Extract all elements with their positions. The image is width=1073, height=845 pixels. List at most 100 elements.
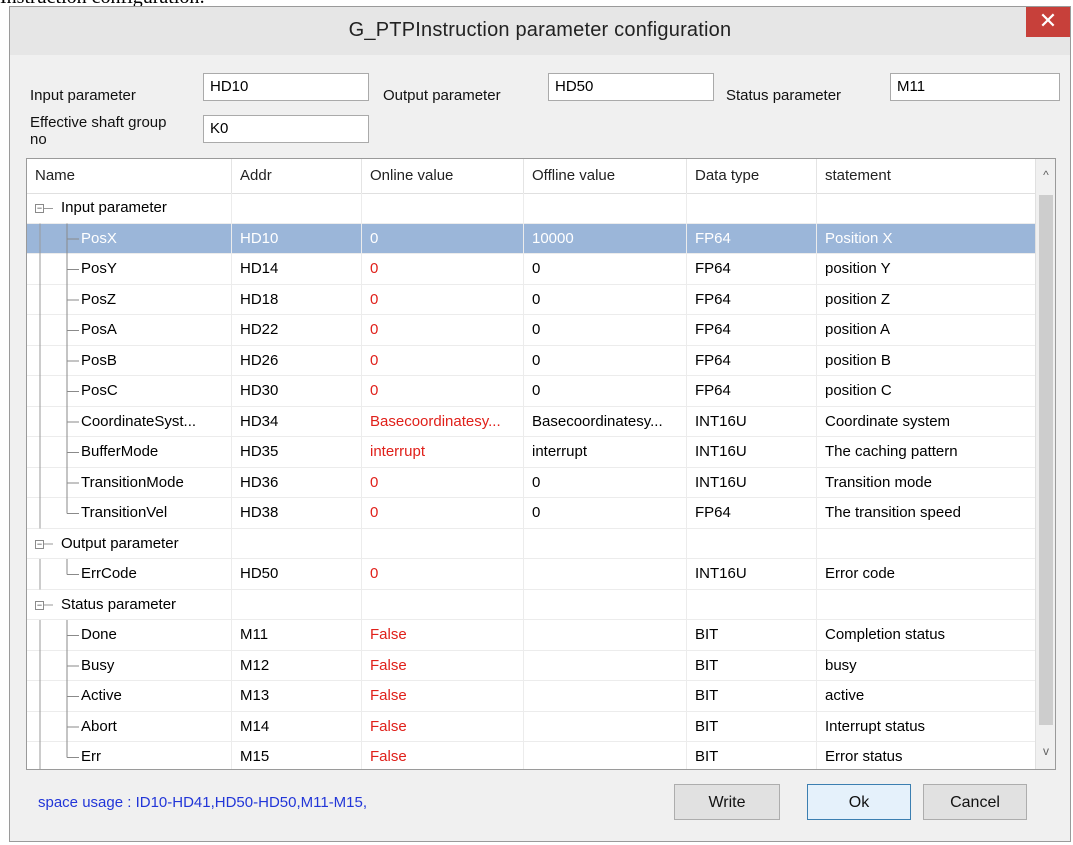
effective-shaft-field[interactable]: K0 (203, 115, 369, 143)
cell-online: 0 (362, 284, 524, 315)
cell-offline[interactable] (524, 559, 687, 589)
cell-dtype: BIT (687, 742, 817, 769)
cell-addr: HD35 (232, 437, 362, 467)
cell-offline[interactable]: 0 (524, 284, 687, 315)
effective-shaft-label: Effective shaft group no (30, 114, 167, 148)
cell-dtype: FP64 (687, 315, 817, 345)
parameter-row[interactable]: TransitionVel HD38 0 0 FP64 The transition sp… (27, 498, 1037, 529)
col-online-header[interactable]: Online value (362, 159, 524, 193)
parameter-row[interactable]: BufferMode HD35 interrupt interrupt INT16U Th… (27, 437, 1037, 468)
cell-offline[interactable]: 0 (524, 467, 687, 498)
cell-online: 0 (362, 223, 524, 254)
col-name-header[interactable]: Name (27, 159, 232, 193)
cell-online: 0 (362, 345, 524, 376)
parameter-row[interactable]: PosZ HD18 0 0 FP64 position Z (27, 284, 1037, 315)
parameter-row[interactable]: PosA HD22 0 0 FP64 position A (27, 315, 1037, 346)
cell-addr: M11 (232, 620, 362, 650)
close-icon: ✕ (1038, 8, 1058, 33)
parameter-row[interactable]: PosY HD14 0 0 FP64 position Y (27, 254, 1037, 285)
col-statement-header[interactable]: statement (817, 159, 1037, 193)
cell-offline[interactable] (524, 650, 687, 681)
cell-offline[interactable]: 0 (524, 498, 687, 528)
cell-addr: HD22 (232, 315, 362, 345)
scroll-thumb[interactable] (1039, 195, 1053, 725)
cell-offline[interactable] (524, 742, 687, 769)
output-parameter-label: Output parameter (383, 87, 501, 104)
vertical-scrollbar[interactable]: ^ v (1035, 159, 1055, 769)
cell-offline[interactable]: 10000 (524, 223, 687, 254)
cell-offline[interactable]: interrupt (524, 437, 687, 467)
cell-offline[interactable] (524, 711, 687, 742)
empty-cell (362, 193, 524, 223)
group-row[interactable]: − Input parameter (27, 193, 1037, 224)
cell-statement: Transition mode (817, 467, 1037, 498)
cell-name: PosB (71, 345, 232, 376)
close-button[interactable]: ✕ (1026, 7, 1070, 37)
cell-statement: position B (817, 345, 1037, 376)
cell-dtype: BIT (687, 620, 817, 650)
cell-name: TransitionVel (71, 498, 232, 528)
parameter-row[interactable]: CoordinateSyst... HD34 Basecoordinatesy...… (27, 406, 1037, 437)
col-offline-header[interactable]: Offline value (524, 159, 687, 193)
cell-dtype: FP64 (687, 498, 817, 528)
cell-dtype: INT16U (687, 406, 817, 437)
cell-statement: Interrupt status (817, 711, 1037, 742)
empty-cell (817, 528, 1037, 559)
parameter-row[interactable]: ErrCode HD50 0 INT16U Error code (27, 559, 1037, 590)
cell-offline[interactable]: 0 (524, 254, 687, 284)
parameter-row[interactable]: Done M11 False BIT Completion status (27, 620, 1037, 651)
parameter-row[interactable]: TransitionMode HD36 0 0 INT16U Transition mod… (27, 467, 1037, 498)
cell-statement: Completion status (817, 620, 1037, 650)
parameter-row[interactable]: Abort M14 False BIT Interrupt status (27, 711, 1037, 742)
output-parameter-field[interactable]: HD50 (548, 73, 714, 101)
grid-header: Name Addr Online value Offline value Dat… (27, 159, 1037, 194)
parameter-row[interactable]: Active M13 False BIT active (27, 681, 1037, 712)
cell-statement: position C (817, 376, 1037, 406)
parameter-row[interactable]: Busy M12 False BIT busy (27, 650, 1037, 681)
parameter-row[interactable]: Err M15 False BIT Error status (27, 742, 1037, 769)
cell-offline[interactable]: Basecoordinatesy... (524, 406, 687, 437)
collapse-icon[interactable]: − (35, 204, 44, 213)
ok-button[interactable]: Ok (807, 784, 911, 820)
scroll-up-icon[interactable]: ^ (1036, 165, 1055, 185)
col-datatype-header[interactable]: Data type (687, 159, 817, 193)
parameter-row[interactable]: PosC HD30 0 0 FP64 position C (27, 376, 1037, 407)
cell-offline[interactable]: 0 (524, 315, 687, 345)
cancel-button[interactable]: Cancel (923, 784, 1027, 820)
parameter-row[interactable]: PosX HD10 0 10000 FP64 Position X (27, 223, 1037, 254)
group-row[interactable]: − Status parameter (27, 589, 1037, 620)
cell-addr: HD34 (232, 406, 362, 437)
empty-cell (232, 528, 362, 559)
cell-online: interrupt (362, 437, 524, 467)
empty-cell (817, 589, 1037, 620)
cell-offline[interactable]: 0 (524, 345, 687, 376)
status-parameter-field[interactable]: M11 (890, 73, 1060, 101)
cell-online: 0 (362, 376, 524, 406)
input-parameter-field[interactable]: HD10 (203, 73, 369, 101)
cell-online: 0 (362, 559, 524, 589)
window-title: G_PTPInstruction parameter configuration (348, 19, 732, 41)
cell-statement: Coordinate system (817, 406, 1037, 437)
cell-statement: The transition speed (817, 498, 1037, 528)
cell-offline[interactable] (524, 620, 687, 650)
col-addr-header[interactable]: Addr (232, 159, 362, 193)
collapse-icon[interactable]: − (35, 600, 44, 610)
cell-statement: Error code (817, 559, 1037, 589)
scroll-down-icon[interactable]: v (1036, 741, 1055, 761)
write-button[interactable]: Write (674, 784, 780, 820)
cell-online: False (362, 711, 524, 742)
cell-addr: HD36 (232, 467, 362, 498)
group-label: Status parameter (53, 589, 232, 620)
cell-offline[interactable] (524, 681, 687, 711)
cell-statement: Error status (817, 742, 1037, 769)
group-row[interactable]: − Output parameter (27, 528, 1037, 559)
empty-cell (524, 528, 687, 559)
cell-online: 0 (362, 254, 524, 284)
cell-dtype: FP64 (687, 284, 817, 315)
cell-offline[interactable]: 0 (524, 376, 687, 406)
cell-addr: HD50 (232, 559, 362, 589)
collapse-icon[interactable]: − (35, 539, 44, 549)
parameter-row[interactable]: PosB HD26 0 0 FP64 position B (27, 345, 1037, 376)
cell-addr: HD18 (232, 284, 362, 315)
cell-addr: M13 (232, 681, 362, 711)
